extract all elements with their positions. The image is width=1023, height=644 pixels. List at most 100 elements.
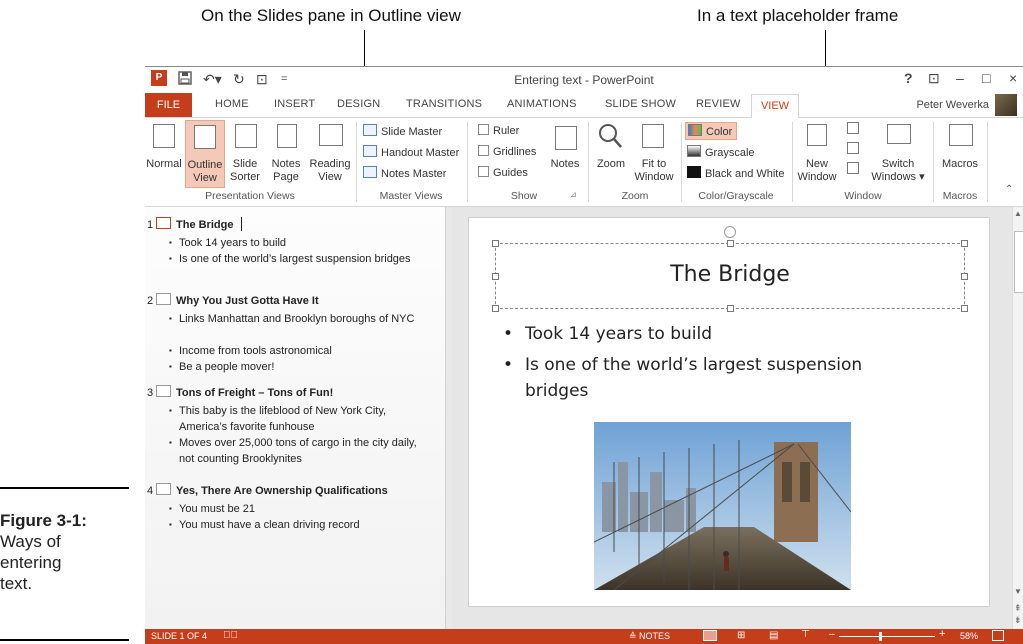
caption-line: entering [0,553,62,572]
tab-transitions[interactable]: TRANSITIONS [406,98,482,110]
bridge-photo[interactable] [594,422,851,590]
outline-bullet[interactable]: Income from tools astronomical [169,343,429,359]
previous-slide-icon[interactable]: ⇞ [1014,603,1022,614]
tab-home[interactable]: HOME [215,98,249,110]
slide-sorter-button[interactable]: Slide Sorter [225,158,265,184]
switch-windows-button[interactable]: Switch Windows ▾ [869,158,927,184]
handout-master-button[interactable]: Handout Master [363,145,459,159]
outline-slide-title[interactable]: Yes, There Are Ownership Qualifications [176,485,388,497]
tab-insert[interactable]: INSERT [274,98,315,110]
tab-animations[interactable]: ANIMATIONS [507,98,577,110]
move-split-icon[interactable] [847,162,859,174]
black-and-white-button[interactable]: Black and White [687,166,784,180]
outline-bullet[interactable]: Moves over 25,000 tons of cargo in the c… [169,435,429,467]
color-button[interactable]: Color [685,122,738,140]
cascade-icon[interactable] [847,142,859,154]
resize-handle[interactable] [961,240,968,247]
guides-checkbox[interactable]: Guides [478,166,528,179]
scroll-thumb[interactable] [1014,231,1023,293]
outline-bullet[interactable]: This baby is the lifeblood of New York C… [169,403,429,435]
outline-slide-title[interactable]: Why You Just Gotta Have It [176,295,319,307]
zoom-button[interactable]: Zoom [591,158,631,171]
resize-handle[interactable] [961,273,968,280]
resize-handle[interactable] [492,273,499,280]
slide-bullet[interactable]: Took 14 years to build [503,321,945,347]
user-name[interactable]: Peter Weverka [916,99,989,111]
switch-windows-icon [887,124,911,144]
outline-slide-2[interactable]: 2 Why You Just Gotta Have It [147,293,319,307]
callout-outline-view: On the Slides pane in Outline view [201,6,461,25]
resize-handle[interactable] [727,240,734,247]
slide-sorter-icon [235,124,257,148]
ruler-checkbox[interactable]: Ruler [478,124,519,137]
fit-slide-icon[interactable] [992,630,1004,641]
slideshow-status-icon[interactable]: ⊤ [801,629,810,640]
zoom-level[interactable]: 58% [960,631,978,641]
resize-handle[interactable] [492,305,499,312]
collapse-ribbon-icon[interactable]: ⌃ [1005,184,1013,195]
zoom-slider[interactable] [839,636,935,637]
resize-handle[interactable] [961,305,968,312]
vertical-scrollbar[interactable]: ▲ ▼ ⇞ ⇟ [1012,207,1023,629]
slide-master-button[interactable]: Slide Master [363,124,442,138]
resize-handle[interactable] [492,240,499,247]
tab-design[interactable]: DESIGN [337,98,380,110]
fit-to-window-button[interactable]: Fit to Window [632,158,676,184]
title-placeholder-frame[interactable]: The Bridge [492,226,968,312]
help-icon[interactable]: ? [904,70,913,86]
caption-rule-top [0,487,129,489]
tab-slide-show[interactable]: SLIDE SHOW [605,98,676,110]
grayscale-button[interactable]: Grayscale [687,145,755,159]
group-label-master-views: Master Views [379,190,443,202]
tab-review[interactable]: REVIEW [696,98,741,110]
outline-slide-1[interactable]: 1 The Bridge [147,217,243,231]
arrange-all-icon[interactable] [847,122,859,134]
normal-view-status-icon[interactable] [703,630,717,641]
powerpoint-window: P ↶▾ ↻ ⊡ = Entering text - PowerPoint ? … [145,66,1023,644]
reading-view-status-icon[interactable]: ▤ [769,630,778,641]
notes-master-button[interactable]: Notes Master [363,166,446,180]
normal-view-button[interactable]: Normal [145,158,183,171]
resize-handle[interactable] [727,305,734,312]
scroll-up-icon[interactable]: ▲ [1014,209,1022,218]
next-slide-icon[interactable]: ⇟ [1014,615,1022,626]
outline-bullet[interactable]: You must have a clean driving record [169,517,429,533]
ribbon-display-icon[interactable]: ⊡ [928,70,940,87]
dialog-launcher-icon[interactable]: ⊿ [570,190,577,199]
close-icon[interactable]: × [1009,70,1017,86]
notes-toggle[interactable]: ≙ NOTES [629,631,670,642]
reading-view-button[interactable]: Reading View [307,158,353,184]
slide-title[interactable]: The Bridge [496,262,964,287]
outline-bullet[interactable]: Be a people mover! [169,359,429,375]
zoom-out-icon[interactable]: – [829,629,835,640]
slide-sorter-status-icon[interactable]: ⊞ [737,630,745,641]
outline-bullet[interactable]: Took 14 years to build [169,235,429,251]
outline-bullet[interactable]: Links Manhattan and Brooklyn boroughs of… [169,311,431,327]
slide-canvas[interactable]: The Bridge Took 14 years to build Is one… [468,217,990,607]
outline-bullet[interactable]: You must be 21 [169,501,429,517]
outline-slide-4[interactable]: 4 Yes, There Are Ownership Qualifications [147,483,388,497]
new-window-button[interactable]: New Window [795,158,839,184]
avatar[interactable] [995,94,1017,116]
macros-button[interactable]: Macros [935,158,985,171]
scroll-down-icon[interactable]: ▼ [1014,587,1022,596]
outline-slide-title[interactable]: The Bridge [176,219,233,231]
notes-button[interactable]: Notes [547,158,583,171]
outline-slide-title[interactable]: Tons of Freight – Tons of Fun! [176,387,333,399]
outline-bullet[interactable]: Is one of the world’s largest suspension… [169,251,424,267]
slide-bullet[interactable]: Is one of the world’s largest suspension… [503,352,925,404]
maximize-icon[interactable]: □ [982,70,990,86]
zoom-slider-thumb[interactable] [879,632,882,641]
minimize-icon[interactable]: – [956,70,964,86]
tab-file[interactable]: FILE [145,93,192,117]
outline-view-button[interactable]: Outline View [185,120,225,188]
rotate-handle-icon[interactable] [724,226,736,238]
tab-view[interactable]: VIEW [751,94,799,119]
outline-pane[interactable]: 1The Bridge Took 14 years to build Is on… [145,207,445,629]
zoom-in-icon[interactable]: + [939,628,945,640]
spelling-icon[interactable]: ▯⃒ [223,630,238,641]
gridlines-checkbox[interactable]: Gridlines [478,145,536,158]
notes-page-button[interactable]: Notes Page [265,158,307,184]
ribbon-view: Normal Outline View Slide Sorter Notes Page… [145,118,1023,207]
outline-slide-3[interactable]: 3 Tons of Freight – Tons of Fun! [147,385,333,399]
